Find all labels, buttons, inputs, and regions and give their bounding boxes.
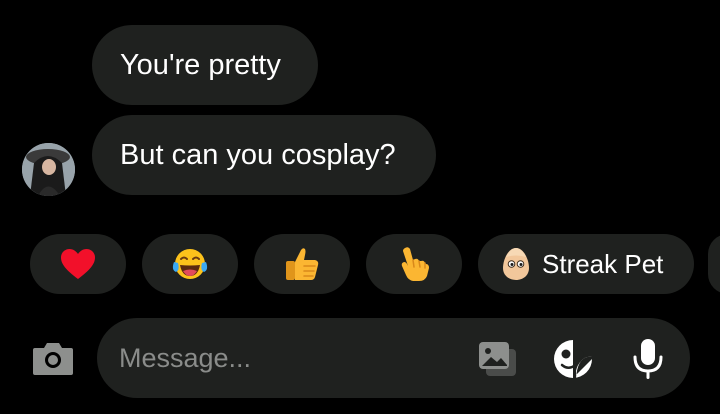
message-text: You're pretty [120, 48, 281, 81]
message-text: But can you cosplay? [120, 138, 396, 171]
microphone-icon [633, 339, 663, 379]
avatar-image [22, 143, 75, 196]
microphone-button[interactable] [627, 338, 669, 380]
message-bubble[interactable]: You're pretty [92, 25, 318, 105]
streak-pet-button[interactable]: Streak Pet [478, 234, 694, 294]
quick-reactions-bar: Streak Pet [0, 234, 720, 294]
egg-pet-icon [503, 248, 529, 280]
thumbs-up-icon [286, 248, 319, 280]
sticker-icon [554, 340, 592, 378]
avatar[interactable] [22, 143, 75, 196]
message-input[interactable] [119, 338, 459, 378]
reaction-point-button[interactable] [366, 234, 462, 294]
reaction-heart-button[interactable] [30, 234, 126, 294]
pointing-hand-icon [401, 247, 429, 281]
message-composer [97, 318, 690, 398]
camera-icon [33, 343, 73, 375]
camera-button[interactable] [30, 336, 76, 380]
streak-pet-label: Streak Pet [542, 248, 664, 279]
reaction-more-button[interactable] [708, 234, 720, 294]
sticker-button[interactable] [552, 338, 594, 380]
face-with-tears-of-joy-icon [172, 249, 208, 279]
reaction-thumbs-up-button[interactable] [254, 234, 350, 294]
message-bubble[interactable]: But can you cosplay? [92, 115, 436, 195]
gallery-icon [479, 342, 516, 376]
red-heart-icon [61, 249, 95, 279]
gallery-button[interactable] [477, 338, 519, 380]
reaction-laugh-button[interactable] [142, 234, 238, 294]
